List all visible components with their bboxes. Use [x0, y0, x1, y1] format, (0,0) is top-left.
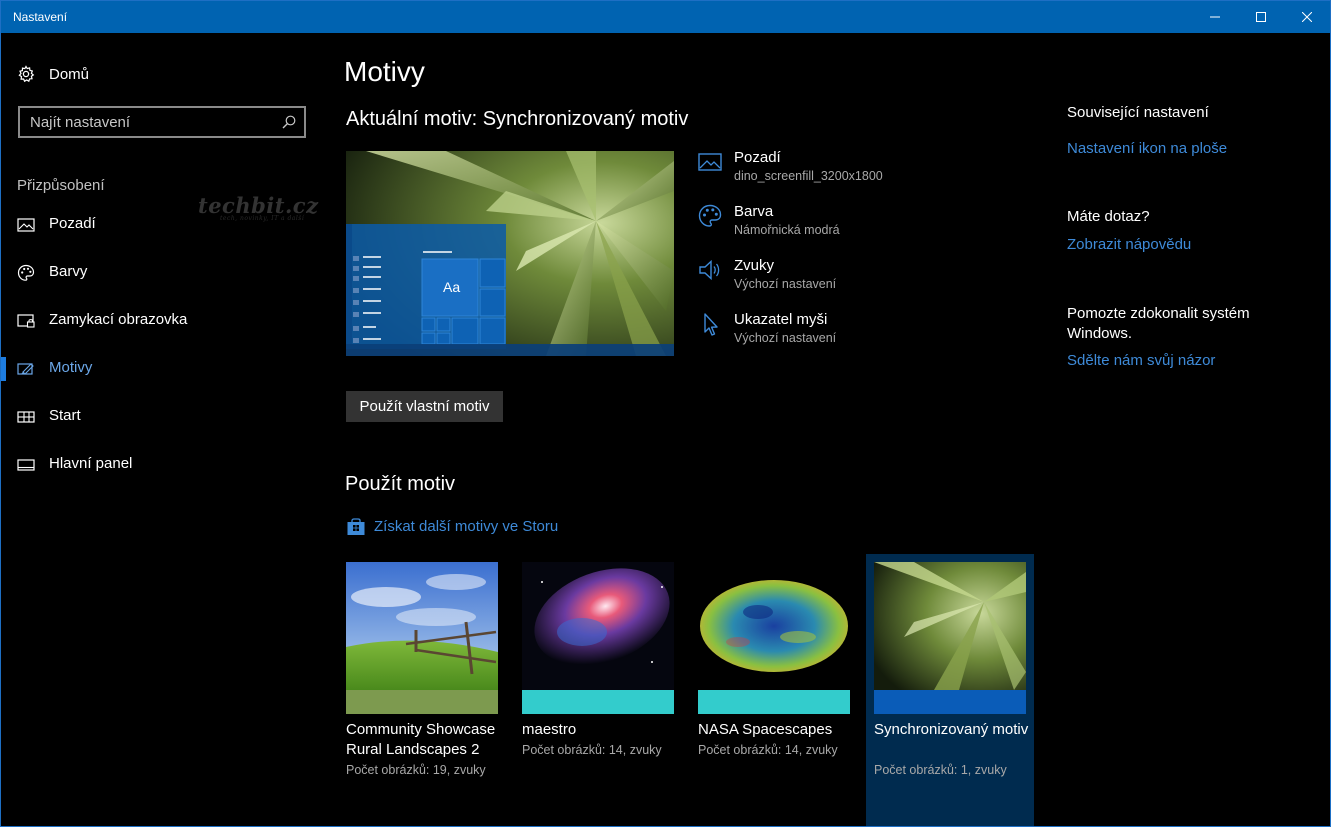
- search-icon[interactable]: [282, 115, 296, 129]
- theme-info: Počet obrázků: 14, zvuky: [698, 743, 838, 757]
- property-name: Pozadí: [734, 149, 781, 166]
- theme-thumbnail: [874, 562, 1026, 714]
- theme-accent-bar: [346, 690, 498, 714]
- taskbar-icon: [17, 459, 35, 471]
- sidebar-item-barvy[interactable]: Barvy: [1, 249, 321, 297]
- preview-sample-text: Aa: [443, 279, 461, 295]
- rural-landscape-image: [346, 562, 498, 714]
- apply-custom-theme-button[interactable]: Použít vlastní motiv: [346, 391, 503, 422]
- minimize-button[interactable]: [1192, 1, 1238, 33]
- gear-icon: [18, 65, 35, 83]
- lock-screen-icon: [17, 314, 35, 328]
- question-title: Máte dotaz?: [1067, 208, 1150, 225]
- theme-info: Počet obrázků: 19, zvuky: [346, 763, 486, 777]
- theme-accent-bar: [698, 690, 850, 714]
- cursor-icon: [704, 313, 718, 336]
- theme-thumbnail: [698, 562, 850, 714]
- close-button[interactable]: [1284, 1, 1330, 33]
- sidebar-item-label: Start: [49, 407, 81, 424]
- sidebar: Domů Najít nastavení Přizpůsobení techbi…: [1, 33, 321, 827]
- cosmic-map-image: [698, 562, 850, 714]
- current-theme-title: Aktuální motiv: Synchronizovaný motiv: [346, 108, 689, 130]
- theme-accent-bar: [522, 690, 674, 714]
- palette-icon: [698, 204, 722, 227]
- theme-card-rural-landscapes[interactable]: Community Showcase Rural Landscapes 2 Po…: [338, 554, 506, 826]
- title-bar[interactable]: Nastavení: [1, 1, 1330, 33]
- sidebar-item-label: Pozadí: [49, 215, 96, 232]
- sidebar-item-label: Hlavní panel: [49, 455, 133, 472]
- theme-thumbnail: [522, 562, 674, 714]
- property-name: Zvuky: [734, 257, 775, 274]
- sidebar-item-hlavni-panel[interactable]: Hlavní panel: [1, 441, 321, 489]
- theme-name: Community Showcase Rural Landscapes 2: [346, 721, 496, 758]
- property-value: Výchozí nastavení: [734, 277, 837, 291]
- related-settings-title: Související nastavení: [1067, 104, 1209, 121]
- theme-name: NASA Spacescapes: [698, 721, 833, 738]
- sidebar-item-start[interactable]: Start: [1, 393, 321, 441]
- theme-info: Počet obrázků: 1, zvuky: [874, 763, 1007, 777]
- sidebar-item-label: Motivy: [49, 359, 93, 376]
- property-value: dino_screenfill_3200x1800: [734, 169, 883, 183]
- start-icon: [17, 411, 35, 423]
- sidebar-item-motivy[interactable]: Motivy: [1, 345, 321, 393]
- sidebar-item-pozadi[interactable]: Pozadí: [1, 201, 321, 249]
- section-title: Přizpůsobení: [17, 177, 105, 194]
- theme-name: Synchronizovaný motiv: [874, 721, 1029, 738]
- improve-windows-text: Pomozte zdokonalit systém Windows.: [1067, 305, 1250, 342]
- sidebar-item-label: Barvy: [49, 263, 88, 280]
- settings-window: Nastavení Domů Najít nastavení Přizpůsob…: [0, 0, 1331, 827]
- use-theme-heading: Použít motiv: [345, 473, 456, 495]
- theme-preview: [346, 151, 674, 356]
- sidebar-item-zamykaci-obrazovka[interactable]: Zamykací obrazovka: [1, 297, 321, 345]
- theme-card-maestro[interactable]: maestro Počet obrázků: 14, zvuky: [514, 554, 682, 826]
- property-name: Ukazatel myši: [734, 311, 828, 328]
- store-link-label: Získat další motivy ve Storu: [374, 518, 559, 535]
- theme-card-synchronized[interactable]: Synchronizovaný motiv Počet obrázků: 1, …: [866, 554, 1034, 826]
- property-mouse-cursor[interactable]: Ukazatel myši Výchozí nastavení: [697, 309, 1037, 359]
- brush-icon: [17, 363, 34, 375]
- page-title: Motivy: [344, 56, 425, 87]
- home-link[interactable]: Domů: [17, 63, 89, 85]
- property-color[interactable]: Barva Námořnická modrá: [697, 201, 1037, 251]
- theme-accent-bar: [874, 690, 1026, 714]
- theme-card-nasa-spacescapes[interactable]: NASA Spacescapes Počet obrázků: 14, zvuk…: [690, 554, 858, 826]
- property-background[interactable]: Pozadí dino_screenfill_3200x1800: [697, 147, 1037, 197]
- plant-image: [874, 562, 1026, 714]
- picture-icon: [698, 153, 722, 171]
- theme-preview-image: [346, 151, 674, 356]
- maximize-icon: [1256, 12, 1266, 22]
- property-sounds[interactable]: Zvuky Výchozí nastavení: [697, 255, 1037, 305]
- home-label: Domů: [49, 65, 90, 83]
- store-icon: [347, 518, 365, 535]
- sidebar-item-label: Zamykací obrazovka: [49, 311, 188, 328]
- palette-icon: [17, 264, 35, 281]
- desktop-icons-settings-link[interactable]: Nastavení ikon na ploše: [1067, 140, 1227, 157]
- window-title: Nastavení: [13, 10, 68, 24]
- property-name: Barva: [734, 203, 774, 220]
- search-placeholder: Najít nastavení: [30, 114, 131, 131]
- theme-info: Počet obrázků: 14, zvuky: [522, 743, 662, 757]
- property-value: Námořnická modrá: [734, 223, 840, 237]
- search-box[interactable]: Najít nastavení: [18, 106, 306, 138]
- theme-thumbnail: [346, 562, 498, 714]
- theme-name: maestro: [522, 721, 577, 738]
- feedback-link[interactable]: Sdělte nám svůj názor: [1067, 352, 1215, 369]
- speaker-icon: [699, 259, 720, 281]
- picture-icon: [17, 218, 35, 232]
- property-value: Výchozí nastavení: [734, 331, 837, 345]
- close-icon: [1302, 12, 1312, 22]
- active-indicator: [1, 357, 6, 381]
- minimize-icon: [1210, 16, 1220, 18]
- maximize-button[interactable]: [1238, 1, 1284, 33]
- help-link[interactable]: Zobrazit nápovědu: [1067, 236, 1191, 253]
- galaxy-image: [522, 562, 674, 714]
